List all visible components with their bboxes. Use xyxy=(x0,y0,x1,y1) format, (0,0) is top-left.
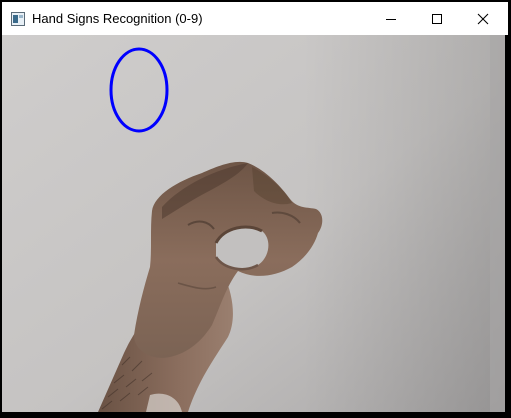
window-title: Hand Signs Recognition (0-9) xyxy=(32,11,203,26)
title-bar[interactable]: Hand Signs Recognition (0-9) xyxy=(2,2,508,35)
minimize-icon xyxy=(386,18,396,20)
close-button[interactable] xyxy=(460,2,506,35)
camera-frame xyxy=(2,35,505,412)
close-icon xyxy=(477,13,489,24)
maximize-icon xyxy=(432,13,442,24)
minimize-button[interactable] xyxy=(368,2,414,35)
maximize-button[interactable] xyxy=(414,2,460,35)
app-window-icon xyxy=(11,12,25,26)
app-window: Hand Signs Recognition (0-9) xyxy=(0,0,511,418)
camera-feed xyxy=(2,35,505,412)
